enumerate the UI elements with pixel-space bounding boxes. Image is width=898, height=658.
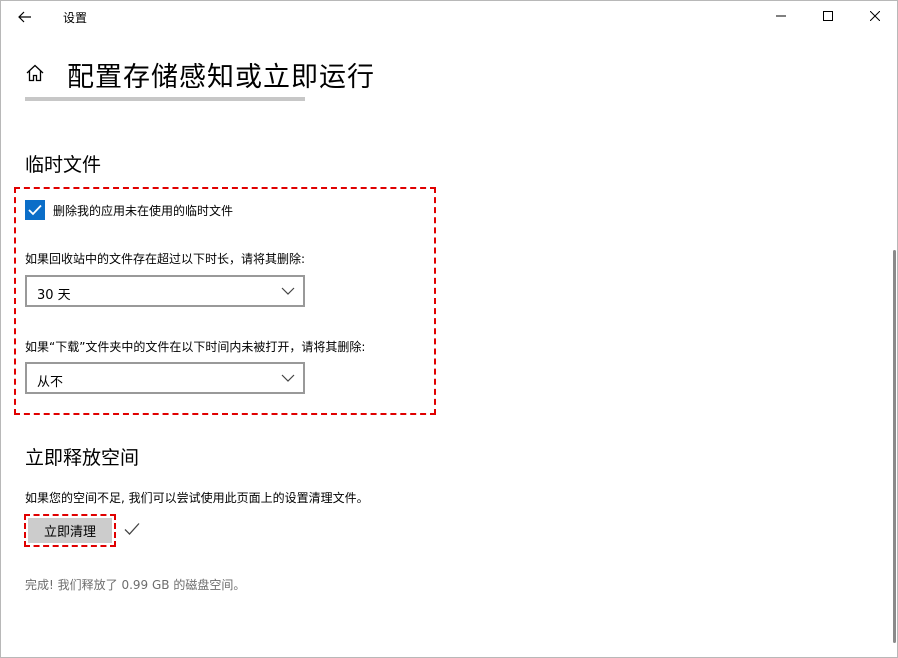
cleanup-status: 完成! 我们释放了 0.99 GB 的磁盘空间。 <box>25 578 246 592</box>
title-underline <box>25 97 305 101</box>
free-space-description: 如果您的空间不足, 我们可以尝试使用此页面上的设置清理文件。 <box>25 491 369 505</box>
app-title: 设置 <box>63 11 88 25</box>
page-title: 配置存储感知或立即运行 <box>67 62 375 93</box>
recycle-bin-dropdown[interactable]: 30 天 <box>25 275 305 307</box>
temp-files-heading: 临时文件 <box>25 154 102 176</box>
downloads-dropdown[interactable]: 从不 <box>25 362 305 394</box>
minimize-icon <box>776 15 786 17</box>
home-icon[interactable] <box>25 63 45 83</box>
chevron-down-icon <box>281 287 295 295</box>
title-bar: 设置 <box>0 0 898 34</box>
clean-now-button[interactable]: 立即清理 <box>28 518 112 543</box>
scrollbar-thumb[interactable] <box>893 250 896 643</box>
downloads-value: 从不 <box>37 375 64 390</box>
maximize-icon <box>823 11 833 21</box>
free-space-heading: 立即释放空间 <box>25 447 140 469</box>
recycle-bin-value: 30 天 <box>37 288 71 303</box>
checkmark-icon <box>124 523 140 535</box>
minimize-button[interactable] <box>758 0 804 32</box>
delete-temp-files-checkbox[interactable] <box>25 200 45 220</box>
close-icon <box>870 11 880 21</box>
downloads-label: 如果“下载”文件夹中的文件在以下时间内未被打开，请将其删除: <box>25 340 366 354</box>
back-button[interactable] <box>10 4 40 30</box>
checkbox-check-icon <box>28 204 42 216</box>
back-arrow-icon <box>18 11 31 23</box>
maximize-button[interactable] <box>805 0 851 32</box>
recycle-bin-label: 如果回收站中的文件存在超过以下时长，请将其删除: <box>25 252 306 266</box>
close-button[interactable] <box>852 0 898 32</box>
chevron-down-icon <box>281 374 295 382</box>
delete-temp-files-label[interactable]: 删除我的应用未在使用的临时文件 <box>53 202 233 219</box>
